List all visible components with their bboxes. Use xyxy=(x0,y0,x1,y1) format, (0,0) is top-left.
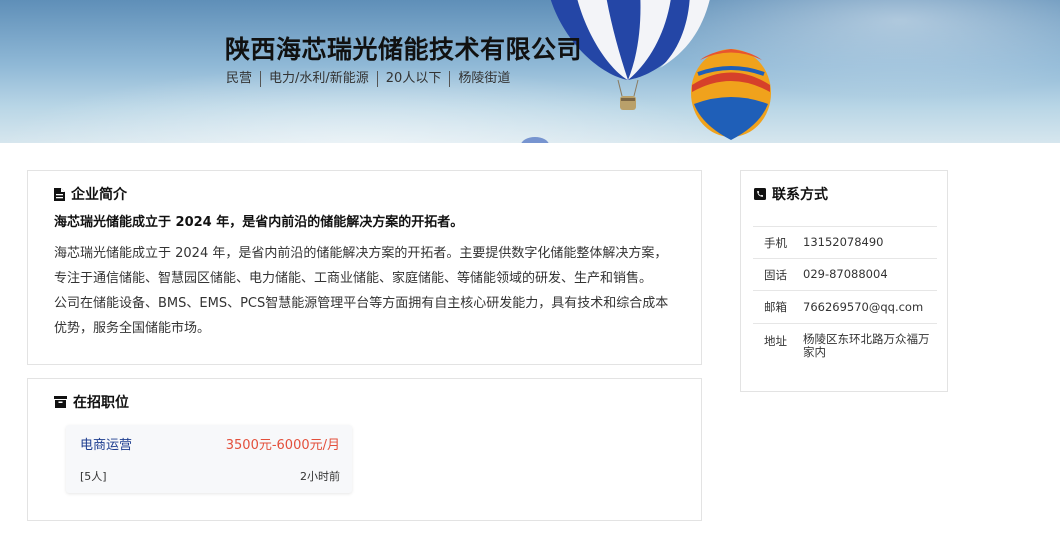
tag-location: 杨陵街道 xyxy=(449,71,518,87)
contact-row-mobile: 手机 13152078490 xyxy=(753,226,937,258)
job-title-link[interactable]: 电商运营 xyxy=(80,434,132,453)
contact-label: 手机 xyxy=(764,235,787,250)
tag-ownership: 民营 xyxy=(226,71,253,86)
intro-summary: 海芯瑞光储能成立于 2024 年，是省内前沿的储能解决方案的开拓者。 xyxy=(54,215,464,230)
intro-heading-label: 企业简介 xyxy=(71,187,127,203)
open-positions-panel: 在招职位 电商运营 3500元-6000元/月 [5人] 2小时前 xyxy=(27,378,702,521)
briefcase-icon xyxy=(54,396,67,408)
intro-paragraph-1: 海芯瑞光储能成立于 2024 年，是省内前沿的储能解决方案的开拓者。主要提供数字… xyxy=(54,246,668,286)
contact-row-address: 地址 杨陵区东环北路万众福万家内 xyxy=(753,323,937,363)
job-headcount: [5人] xyxy=(80,470,107,483)
intro-paragraph-2: 公司在储能设备、BMS、EMS、PCS智慧能源管理平台等方面拥有自主核心研发能力… xyxy=(54,296,669,336)
tag-industry: 电力/水利/新能源 xyxy=(260,71,377,87)
phone-book-icon xyxy=(754,188,766,200)
contact-heading: 联系方式 xyxy=(754,184,828,204)
company-tags: 民营 电力/水利/新能源 20人以下 杨陵街道 xyxy=(226,71,518,87)
hot-air-balloons-image xyxy=(521,0,771,143)
job-salary: 3500元-6000元/月 xyxy=(225,438,340,453)
document-icon xyxy=(54,187,65,201)
orange-balloon-graphic xyxy=(691,49,771,140)
contact-heading-label: 联系方式 xyxy=(772,187,828,203)
jobs-heading: 在招职位 xyxy=(54,392,129,412)
job-card[interactable]: 电商运营 3500元-6000元/月 [5人] 2小时前 xyxy=(66,425,352,493)
contact-email-value: 766269570@qq.com xyxy=(803,299,924,314)
job-posted-time: 2小时前 xyxy=(300,470,340,483)
contact-label: 固话 xyxy=(764,267,787,282)
contact-mobile-value: 13152078490 xyxy=(803,235,884,249)
contact-label: 邮箱 xyxy=(764,300,787,314)
contact-label: 地址 xyxy=(764,334,787,348)
contact-info-list: 手机 13152078490 固话 029-87088004 邮箱 766269… xyxy=(753,226,937,363)
company-intro-panel: 企业简介 海芯瑞光储能成立于 2024 年，是省内前沿的储能解决方案的开拓者。 … xyxy=(27,170,702,365)
jobs-heading-label: 在招职位 xyxy=(73,395,129,411)
company-banner: 陕西海芯瑞光储能技术有限公司 民营 电力/水利/新能源 20人以下 杨陵街道 xyxy=(0,0,1060,143)
intro-body: 海芯瑞光储能成立于 2024 年，是省内前沿的储能解决方案的开拓者。主要提供数字… xyxy=(54,241,679,341)
intro-heading: 企业简介 xyxy=(54,184,127,204)
company-name: 陕西海芯瑞光储能技术有限公司 xyxy=(225,35,583,64)
contact-panel: 联系方式 手机 13152078490 固话 029-87088004 邮箱 7… xyxy=(740,170,948,392)
contact-row-landline: 固话 029-87088004 xyxy=(753,258,937,290)
contact-row-email: 邮箱 766269570@qq.com xyxy=(753,290,937,323)
contact-address-value: 杨陵区东环北路万众福万家内 xyxy=(803,332,930,359)
tag-size: 20人以下 xyxy=(376,71,450,87)
contact-landline-value: 029-87088004 xyxy=(803,267,888,281)
